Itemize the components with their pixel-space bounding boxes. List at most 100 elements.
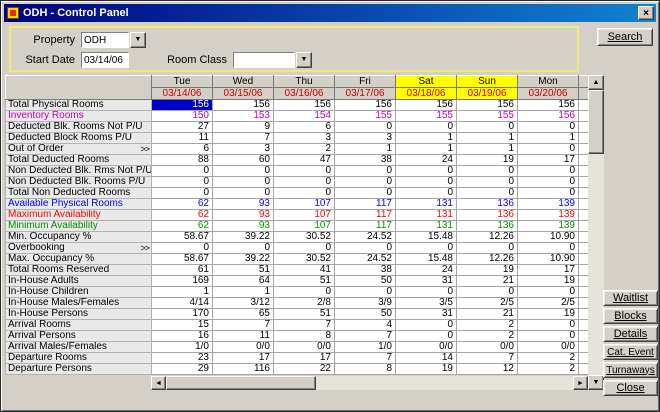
grid-cell[interactable]: 2 (457, 320, 518, 331)
grid-cell[interactable]: 0/0 (518, 342, 579, 353)
grid-cell[interactable]: 93 (213, 199, 274, 210)
grid-cell[interactable]: 61 (152, 265, 213, 276)
grid-cell[interactable]: 1 (457, 144, 518, 155)
grid-cell[interactable]: 4/14 (152, 298, 213, 309)
grid-cell[interactable]: 131 (396, 199, 457, 210)
grid-cell[interactable]: 3 (335, 133, 396, 144)
grid-cell[interactable]: 2/5 (457, 298, 518, 309)
start-date-input[interactable] (81, 52, 129, 68)
grid-cell[interactable]: 0 (518, 166, 579, 177)
grid-cell[interactable]: 27 (152, 122, 213, 133)
grid-cell[interactable]: 0 (518, 320, 579, 331)
grid-cell[interactable]: 153 (213, 111, 274, 122)
vertical-scrollbar-track[interactable] (588, 154, 604, 375)
grid-cell[interactable]: 38 (335, 265, 396, 276)
grid-cell[interactable]: 51 (274, 309, 335, 320)
details-button[interactable]: Details (603, 326, 658, 342)
grid-cell[interactable]: 21 (457, 309, 518, 320)
grid-cell[interactable]: 17 (518, 265, 579, 276)
grid-cell[interactable]: 7 (335, 353, 396, 364)
grid-cell[interactable]: 3 (213, 144, 274, 155)
grid-cell[interactable]: 10.90 (518, 254, 579, 265)
grid-cell[interactable]: 41 (274, 265, 335, 276)
grid-cell[interactable]: 62 (152, 199, 213, 210)
search-button[interactable]: Search (597, 28, 653, 46)
grid-cell[interactable]: 0 (396, 122, 457, 133)
grid-cell[interactable]: 58.67 (152, 254, 213, 265)
property-lov-button[interactable]: ▼ (130, 32, 146, 48)
grid-cell[interactable]: 7 (213, 133, 274, 144)
grid-cell[interactable]: 0 (335, 188, 396, 199)
grid-cell[interactable]: 2 (457, 331, 518, 342)
grid-cell[interactable]: 150 (152, 111, 213, 122)
grid-cell[interactable]: 0 (213, 166, 274, 177)
grid-cell[interactable]: 156 (274, 100, 335, 111)
grid-cell[interactable]: 6 (152, 144, 213, 155)
grid-cell[interactable]: 24.52 (335, 254, 396, 265)
grid-cell[interactable]: 39.22 (213, 232, 274, 243)
grid-cell[interactable]: 4 (335, 320, 396, 331)
titlebar[interactable]: ODH - Control Panel × (4, 4, 656, 22)
grid-cell[interactable]: 1 (335, 144, 396, 155)
grid-cell[interactable]: 31 (396, 309, 457, 320)
grid-cell[interactable]: 1 (213, 287, 274, 298)
grid-cell[interactable]: 156 (152, 100, 213, 111)
grid-cell[interactable]: 139 (518, 199, 579, 210)
grid-cell[interactable]: 139 (518, 221, 579, 232)
grid-cell[interactable]: 3/12 (213, 298, 274, 309)
grid-cell[interactable]: 58.67 (152, 232, 213, 243)
grid-cell[interactable]: 22 (274, 364, 335, 375)
grid-cell[interactable]: 0 (152, 177, 213, 188)
grid-cell[interactable]: 7 (335, 331, 396, 342)
grid-cell[interactable]: 65 (213, 309, 274, 320)
grid-cell[interactable]: 156 (457, 100, 518, 111)
grid-cell[interactable]: 0/0 (457, 342, 518, 353)
grid-cell[interactable]: 6 (274, 122, 335, 133)
scroll-down-icon[interactable]: ▼ (588, 375, 604, 390)
grid-cell[interactable]: 0 (457, 243, 518, 254)
grid-cell[interactable]: 2/8 (274, 298, 335, 309)
grid-cell[interactable]: 47 (274, 155, 335, 166)
grid-cell[interactable]: 155 (396, 111, 457, 122)
grid-cell[interactable]: 131 (396, 221, 457, 232)
grid-cell[interactable]: 14 (396, 353, 457, 364)
grid-cell[interactable]: 60 (213, 155, 274, 166)
grid-cell[interactable]: 30.52 (274, 254, 335, 265)
grid-cell[interactable]: 1/0 (152, 342, 213, 353)
grid-cell[interactable]: 117 (335, 210, 396, 221)
grid-cell[interactable]: 0 (518, 122, 579, 133)
grid-cell[interactable]: 15.48 (396, 254, 457, 265)
grid-cell[interactable]: 1 (457, 133, 518, 144)
grid-cell[interactable]: 0 (335, 177, 396, 188)
grid-cell[interactable]: 0 (213, 188, 274, 199)
expand-button[interactable]: >> (140, 243, 149, 253)
grid-cell[interactable]: 0 (518, 331, 579, 342)
grid-cell[interactable]: 155 (335, 111, 396, 122)
scroll-left-icon[interactable]: ◄ (151, 376, 166, 390)
grid-cell[interactable]: 12.26 (457, 254, 518, 265)
grid-cell[interactable]: 3 (274, 133, 335, 144)
grid-cell[interactable]: 0 (457, 177, 518, 188)
grid-cell[interactable]: 24 (396, 265, 457, 276)
grid-cell[interactable]: 0 (396, 287, 457, 298)
grid-cell[interactable]: 131 (396, 210, 457, 221)
grid-cell[interactable]: 0 (152, 188, 213, 199)
scroll-up-icon[interactable]: ▲ (588, 75, 604, 90)
grid-cell[interactable]: 2 (518, 353, 579, 364)
vertical-scrollbar[interactable]: ▲ ▼ (588, 75, 604, 390)
grid-cell[interactable]: 29 (152, 364, 213, 375)
grid-cell[interactable]: 139 (518, 210, 579, 221)
grid-cell[interactable]: 170 (152, 309, 213, 320)
grid-cell[interactable]: 0 (396, 188, 457, 199)
grid-cell[interactable]: 107 (274, 210, 335, 221)
grid-cell[interactable]: 0 (335, 166, 396, 177)
grid-cell[interactable]: 3/9 (335, 298, 396, 309)
grid-cell[interactable]: 156 (335, 100, 396, 111)
grid-cell[interactable]: 156 (213, 100, 274, 111)
grid-cell[interactable]: 0 (396, 320, 457, 331)
grid-cell[interactable]: 0 (396, 177, 457, 188)
grid-cell[interactable]: 12 (457, 364, 518, 375)
grid-cell[interactable]: 1 (152, 287, 213, 298)
grid-cell[interactable]: 9 (213, 122, 274, 133)
grid-cell[interactable]: 0 (457, 122, 518, 133)
